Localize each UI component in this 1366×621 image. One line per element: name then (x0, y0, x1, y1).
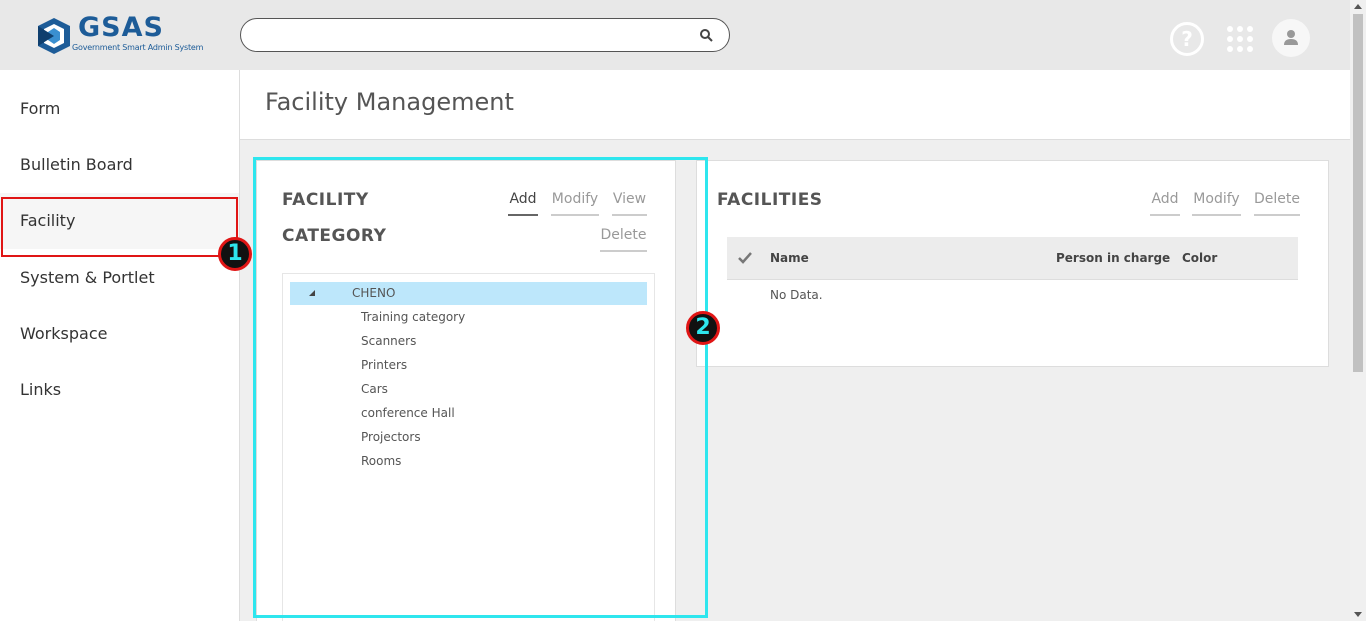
help-icon[interactable]: ? (1170, 22, 1204, 56)
user-avatar-icon[interactable] (1272, 19, 1310, 57)
search-icon[interactable] (699, 28, 713, 42)
facilities-delete-button[interactable]: Delete (1254, 191, 1300, 216)
sidebar-item-system-portlet[interactable]: System & Portlet (0, 250, 239, 306)
facilities-table-header: Name Person in charge Color (727, 237, 1298, 280)
logo-subtitle: Government Smart Admin System (72, 43, 204, 52)
apps-grid-icon[interactable] (1227, 26, 1253, 52)
sidebar: Form Bulletin Board Facility System & Po… (0, 70, 240, 621)
search-bar[interactable] (240, 18, 730, 52)
annotation-highlight-box (253, 157, 708, 618)
facilities-add-button[interactable]: Add (1150, 191, 1180, 216)
gsas-logo[interactable]: GSAS Government Smart Admin System (34, 12, 214, 56)
scroll-up-arrow-icon[interactable] (1354, 4, 1362, 9)
page-scrollbar[interactable] (1350, 0, 1366, 621)
scroll-thumb[interactable] (1353, 14, 1363, 372)
sidebar-item-links[interactable]: Links (0, 362, 239, 418)
search-input[interactable] (255, 25, 685, 45)
column-header-color[interactable]: Color (1182, 251, 1217, 265)
annotation-marker-2: 2 (686, 311, 720, 345)
column-header-name[interactable]: Name (770, 251, 809, 265)
facilities-panel-title: FACILITIES (717, 190, 823, 210)
facilities-modify-button[interactable]: Modify (1192, 191, 1241, 216)
empty-table-message: No Data. (770, 288, 823, 302)
user-icon (1284, 30, 1298, 45)
page-title-bar: Facility Management (240, 70, 1350, 140)
sidebar-item-form[interactable]: Form (0, 81, 239, 137)
facility-highlight-box (1, 197, 238, 257)
sidebar-item-bulletin-board[interactable]: Bulletin Board (0, 137, 239, 193)
scroll-down-arrow-icon[interactable] (1354, 612, 1362, 617)
column-header-person-in-charge[interactable]: Person in charge (1056, 251, 1170, 265)
select-all-check-icon[interactable] (738, 252, 752, 264)
page-title: Facility Management (265, 88, 514, 116)
annotation-marker-1: 1 (218, 237, 252, 271)
top-header: GSAS Government Smart Admin System ? (0, 0, 1350, 70)
sidebar-item-workspace[interactable]: Workspace (0, 306, 239, 362)
logo-emblem-icon (38, 18, 70, 54)
logo-wordmark: GSAS (78, 12, 164, 43)
